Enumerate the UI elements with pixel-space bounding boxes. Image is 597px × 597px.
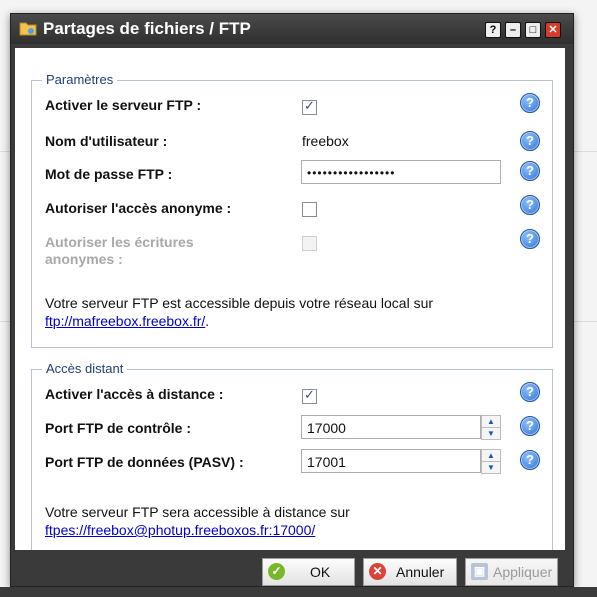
activer-distance-label: Activer l'accès à distance : <box>45 386 224 402</box>
stepper-down-icon[interactable]: ▼ <box>481 461 501 474</box>
check-icon: ✓ <box>268 563 285 580</box>
folder-share-icon <box>19 22 37 36</box>
cancel-icon: ✕ <box>369 563 386 580</box>
close-button[interactable]: ✕ <box>545 22 561 38</box>
dialog-content: Paramètres Activer le serveur FTP : ? No… <box>15 48 565 559</box>
ftp-dialog: Partages de fichiers / FTP ? – □ ✕ Param… <box>10 13 574 587</box>
activer-ftp-label: Activer le serveur FTP : <box>45 97 202 113</box>
minimize-button[interactable]: – <box>505 22 521 38</box>
port-donnees-input[interactable]: 17001 <box>301 449 481 473</box>
activer-distance-checkbox[interactable] <box>302 387 317 404</box>
acces-distant-fieldset: Accès distant Activer l'accès à distance… <box>31 361 553 559</box>
bottom-strip <box>0 587 597 597</box>
mot-de-passe-label: Mot de passe FTP : <box>45 166 173 182</box>
remote-access-text: Votre serveur FTP sera accessible à dist… <box>45 504 350 520</box>
stepper-down-icon[interactable]: ▼ <box>481 427 501 440</box>
cancel-button[interactable]: ✕ Annuler <box>363 558 457 586</box>
nom-utilisateur-value: freebox <box>302 133 349 149</box>
save-icon: ▣ <box>471 563 488 580</box>
titlebar[interactable]: Partages de fichiers / FTP ? – □ ✕ <box>11 14 573 44</box>
parametres-legend: Paramètres <box>42 72 118 87</box>
ecritures-anonymes-label-line1: Autoriser les écritures <box>45 234 194 250</box>
help-icon[interactable]: ? <box>520 131 540 151</box>
port-donnees-label: Port FTP de données (PASV) : <box>45 454 244 470</box>
activer-ftp-checkbox[interactable] <box>302 98 317 115</box>
cancel-label: Annuler <box>396 564 445 580</box>
port-controle-label: Port FTP de contrôle : <box>45 420 191 436</box>
ok-button[interactable]: ✓ OK <box>262 558 355 586</box>
help-icon[interactable]: ? <box>520 195 540 215</box>
help-icon[interactable]: ? <box>520 382 540 402</box>
ecritures-anonymes-checkbox[interactable] <box>302 236 317 251</box>
local-access-text: Votre serveur FTP est accessible depuis … <box>45 295 434 311</box>
ecritures-anonymes-label-line2: anonymes : <box>45 251 123 267</box>
mot-de-passe-input[interactable]: ••••••••••••••••• <box>301 160 501 184</box>
acces-distant-legend: Accès distant <box>42 361 128 376</box>
local-access-suffix: . <box>205 313 210 329</box>
nom-utilisateur-label: Nom d'utilisateur : <box>45 133 168 149</box>
maximize-button[interactable]: □ <box>525 22 541 38</box>
remote-ftp-link[interactable]: ftpes://freebox@photup.freeboxos.fr:1700… <box>45 522 315 538</box>
help-icon[interactable]: ? <box>520 416 540 436</box>
ok-label: OK <box>310 564 331 580</box>
local-access-note: Votre serveur FTP est accessible depuis … <box>45 294 433 330</box>
dialog-footer: ✓ OK ✕ Annuler ▣ Appliquer <box>11 550 573 586</box>
help-button[interactable]: ? <box>485 22 501 38</box>
help-icon[interactable]: ? <box>520 93 540 113</box>
port-donnees-stepper[interactable]: ▲ ▼ <box>481 449 501 474</box>
apply-label: Appliquer <box>493 564 553 580</box>
window-title: Partages de fichiers / FTP <box>43 19 251 38</box>
local-ftp-link[interactable]: ftp://mafreebox.freebox.fr/ <box>45 313 205 329</box>
parametres-fieldset: Paramètres Activer le serveur FTP : ? No… <box>31 72 553 348</box>
apply-button[interactable]: ▣ Appliquer <box>465 558 558 586</box>
port-controle-stepper[interactable]: ▲ ▼ <box>481 415 501 440</box>
help-icon[interactable]: ? <box>520 229 540 249</box>
port-controle-input[interactable]: 17000 <box>301 415 481 439</box>
help-icon[interactable]: ? <box>520 450 540 470</box>
remote-access-note: Votre serveur FTP sera accessible à dist… <box>45 503 350 539</box>
help-icon[interactable]: ? <box>520 161 540 181</box>
acces-anonyme-checkbox[interactable] <box>302 202 317 217</box>
acces-anonyme-label: Autoriser l'accès anonyme : <box>45 200 232 216</box>
